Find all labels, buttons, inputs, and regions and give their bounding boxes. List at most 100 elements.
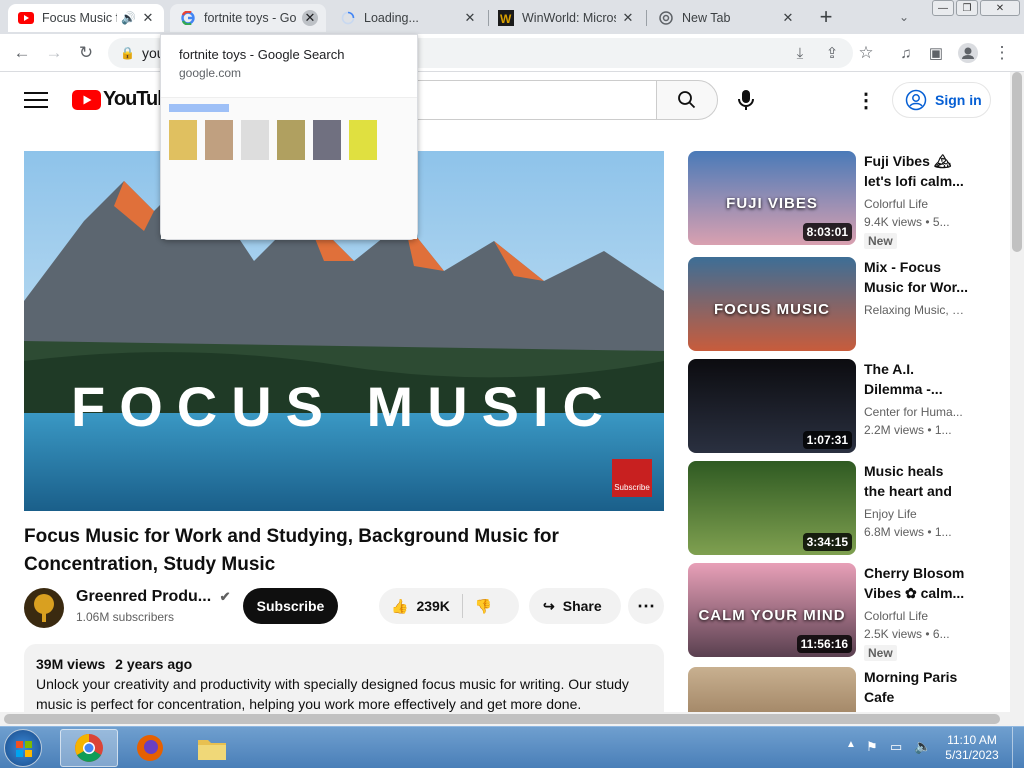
reload-icon[interactable]: ↻ <box>72 39 100 67</box>
taskbar-chrome[interactable] <box>60 729 118 767</box>
restore-icon[interactable]: ❐ <box>956 0 978 16</box>
install-app-icon[interactable]: ⤓ <box>786 39 814 67</box>
horizontal-scrollbar[interactable] <box>0 712 1024 726</box>
recommendation-item[interactable]: FOCUS MUSIC Mix - Focus Music for Wor...… <box>688 257 988 351</box>
clock[interactable]: 11:10 AM 5/31/2023 <box>940 733 1004 763</box>
youtube-logo-icon <box>72 89 101 110</box>
share-button[interactable]: ↪ Share <box>529 588 621 624</box>
tab-title: Focus Music f <box>42 11 118 25</box>
vertical-scrollbar[interactable] <box>1010 72 1024 712</box>
recommendation-channel[interactable]: Colorful Life <box>864 607 968 625</box>
recommendation-channel[interactable]: Center for Huma... <box>864 403 968 421</box>
recommendation-info: Music heals the heart and blo... Enjoy L… <box>864 461 968 541</box>
tab-google[interactable]: fortnite toys - Go ✕ <box>170 4 326 32</box>
recommendation-title[interactable]: Cherry Blosom Vibes ✿ calm... <box>864 563 968 603</box>
new-badge: New <box>864 645 897 661</box>
description-line: music is perfect for concentration, help… <box>36 696 582 712</box>
lock-icon[interactable]: 🔒 <box>120 38 135 68</box>
google-icon <box>180 10 196 26</box>
hamburger-menu-icon[interactable] <box>24 88 48 112</box>
recommendation-title[interactable]: Morning Paris Cafe Ambienc... <box>864 667 968 707</box>
recommendation-item[interactable]: CALM YOUR MIND 11:56:16 Cherry Blosom Vi… <box>688 563 988 661</box>
recommendation-title[interactable]: Fuji Vibes 🏔 let's lofi calm... <box>864 151 968 191</box>
recommendation-meta: 9.4K views • 5... <box>864 215 950 229</box>
video-thumbnail[interactable]: FUJI VIBES 8:03:01 <box>688 151 856 245</box>
channel-name[interactable]: Greenred Produ... ✔ <box>76 588 231 606</box>
duration-badge: 1:07:31 <box>802 431 852 449</box>
recommendation-channel[interactable]: Enjoy Life <box>864 505 968 523</box>
recommendation-title[interactable]: Music heals the heart and blo... <box>864 461 968 501</box>
action-center-icon[interactable]: ⚑ <box>866 739 878 755</box>
close-window-icon[interactable]: ✕ <box>980 0 1020 16</box>
recommendation-item[interactable]: 3:34:15 Music heals the heart and blo...… <box>688 461 988 555</box>
audio-playing-icon[interactable]: 🔊 <box>121 11 136 25</box>
upload-age: 2 years ago <box>115 656 193 672</box>
bookmark-star-icon[interactable]: ☆ <box>852 39 880 67</box>
video-thumbnail[interactable]: 3:34:15 <box>688 461 856 555</box>
subscribe-watermark[interactable]: Subscribe <box>612 459 652 497</box>
scroll-thumb[interactable] <box>1012 72 1022 252</box>
tab-winworld[interactable]: W WinWorld: Micros ✕ <box>488 4 644 32</box>
recommendation-item[interactable]: Morning Paris Cafe Ambienc... <box>688 667 988 712</box>
tab-close-icon[interactable]: ✕ <box>462 10 478 26</box>
sign-in-button[interactable]: Sign in <box>892 82 991 118</box>
side-panel-icon[interactable]: ▣ <box>922 39 950 67</box>
recommendation-item[interactable]: 1:07:31 The A.I. Dilemma -... Center for… <box>688 359 988 453</box>
tab-new-tab[interactable]: New Tab ✕ <box>648 4 804 32</box>
video-thumbnail[interactable] <box>688 667 856 712</box>
like-button[interactable]: 👍 239K <box>379 594 463 618</box>
forward-icon[interactable]: → <box>40 39 68 67</box>
recommendation-title[interactable]: Mix - Focus Music for Wor... <box>864 257 968 297</box>
recommendation-item[interactable]: FUJI VIBES 8:03:01 Fuji Vibes 🏔 let's lo… <box>688 151 988 249</box>
tab-youtube[interactable]: Focus Music f 🔊 ✕ <box>8 4 164 32</box>
tab-close-icon[interactable]: ✕ <box>302 10 318 26</box>
video-thumbnail[interactable]: FOCUS MUSIC <box>688 257 856 351</box>
show-desktop-button[interactable] <box>1012 727 1024 769</box>
chrome-app-icon <box>75 734 103 762</box>
tab-search-icon[interactable]: ⌄ <box>890 3 918 31</box>
new-tab-button[interactable]: + <box>812 3 840 31</box>
watermark-label: Subscribe <box>614 483 650 492</box>
settings-menu-icon[interactable]: ⋮ <box>856 88 876 113</box>
new-badge: New <box>864 233 897 249</box>
dislike-button[interactable]: 👎 <box>463 598 504 615</box>
search-button[interactable] <box>656 80 718 120</box>
share-icon[interactable]: ⇪ <box>818 39 846 67</box>
volume-icon[interactable]: 🔈 <box>914 738 931 755</box>
thumbnail-text: FOCUS MUSIC <box>714 301 830 318</box>
recommendation-channel[interactable]: Relaxing Music, Focus Music,... <box>864 301 968 319</box>
clock-date: 5/31/2023 <box>945 748 999 762</box>
subscribe-button[interactable]: Subscribe <box>243 588 338 624</box>
voice-search-icon[interactable] <box>736 88 756 112</box>
verified-icon: ✔ <box>219 589 231 604</box>
back-icon[interactable]: ← <box>8 39 36 67</box>
channel-avatar[interactable] <box>24 588 64 628</box>
channel-row: Greenred Produ... ✔ 1.06M subscribers Su… <box>24 588 664 628</box>
description-box[interactable]: 39M views 2 years ago Unlock your creati… <box>24 644 664 712</box>
network-icon[interactable]: ▭ <box>890 739 902 755</box>
media-control-icon[interactable]: ♫ <box>892 39 920 67</box>
recommendation-channel[interactable]: Colorful Life <box>864 195 968 213</box>
show-hidden-icons[interactable]: ▲ <box>846 739 856 750</box>
taskbar-explorer[interactable] <box>192 731 232 765</box>
chrome-menu-icon[interactable]: ⋮ <box>988 39 1016 67</box>
tab-close-icon[interactable]: ✕ <box>140 10 156 26</box>
tab-close-icon[interactable]: ✕ <box>620 10 636 26</box>
search-icon <box>678 91 696 109</box>
minimize-icon[interactable]: — <box>932 0 954 16</box>
tab-title: Loading... <box>364 11 419 25</box>
start-button[interactable] <box>4 729 42 767</box>
windows-taskbar: ▲ ⚑ ▭ 🔈 11:10 AM 5/31/2023 <box>0 726 1024 769</box>
scroll-thumb[interactable] <box>4 714 1000 724</box>
recommendation-title[interactable]: The A.I. Dilemma -... <box>864 359 968 399</box>
search-input[interactable] <box>404 80 656 120</box>
profile-avatar[interactable] <box>954 39 982 67</box>
thumbs-down-icon: 👎 <box>474 597 493 614</box>
taskbar-firefox[interactable] <box>130 731 170 765</box>
video-thumbnail[interactable]: CALM YOUR MIND 11:56:16 <box>688 563 856 657</box>
tab-close-icon[interactable]: ✕ <box>780 10 796 26</box>
tab-title: WinWorld: Micros <box>522 11 616 25</box>
more-actions-button[interactable]: ⋯ <box>628 588 664 624</box>
video-thumbnail[interactable]: 1:07:31 <box>688 359 856 453</box>
tab-loading[interactable]: Loading... ✕ <box>330 4 486 32</box>
